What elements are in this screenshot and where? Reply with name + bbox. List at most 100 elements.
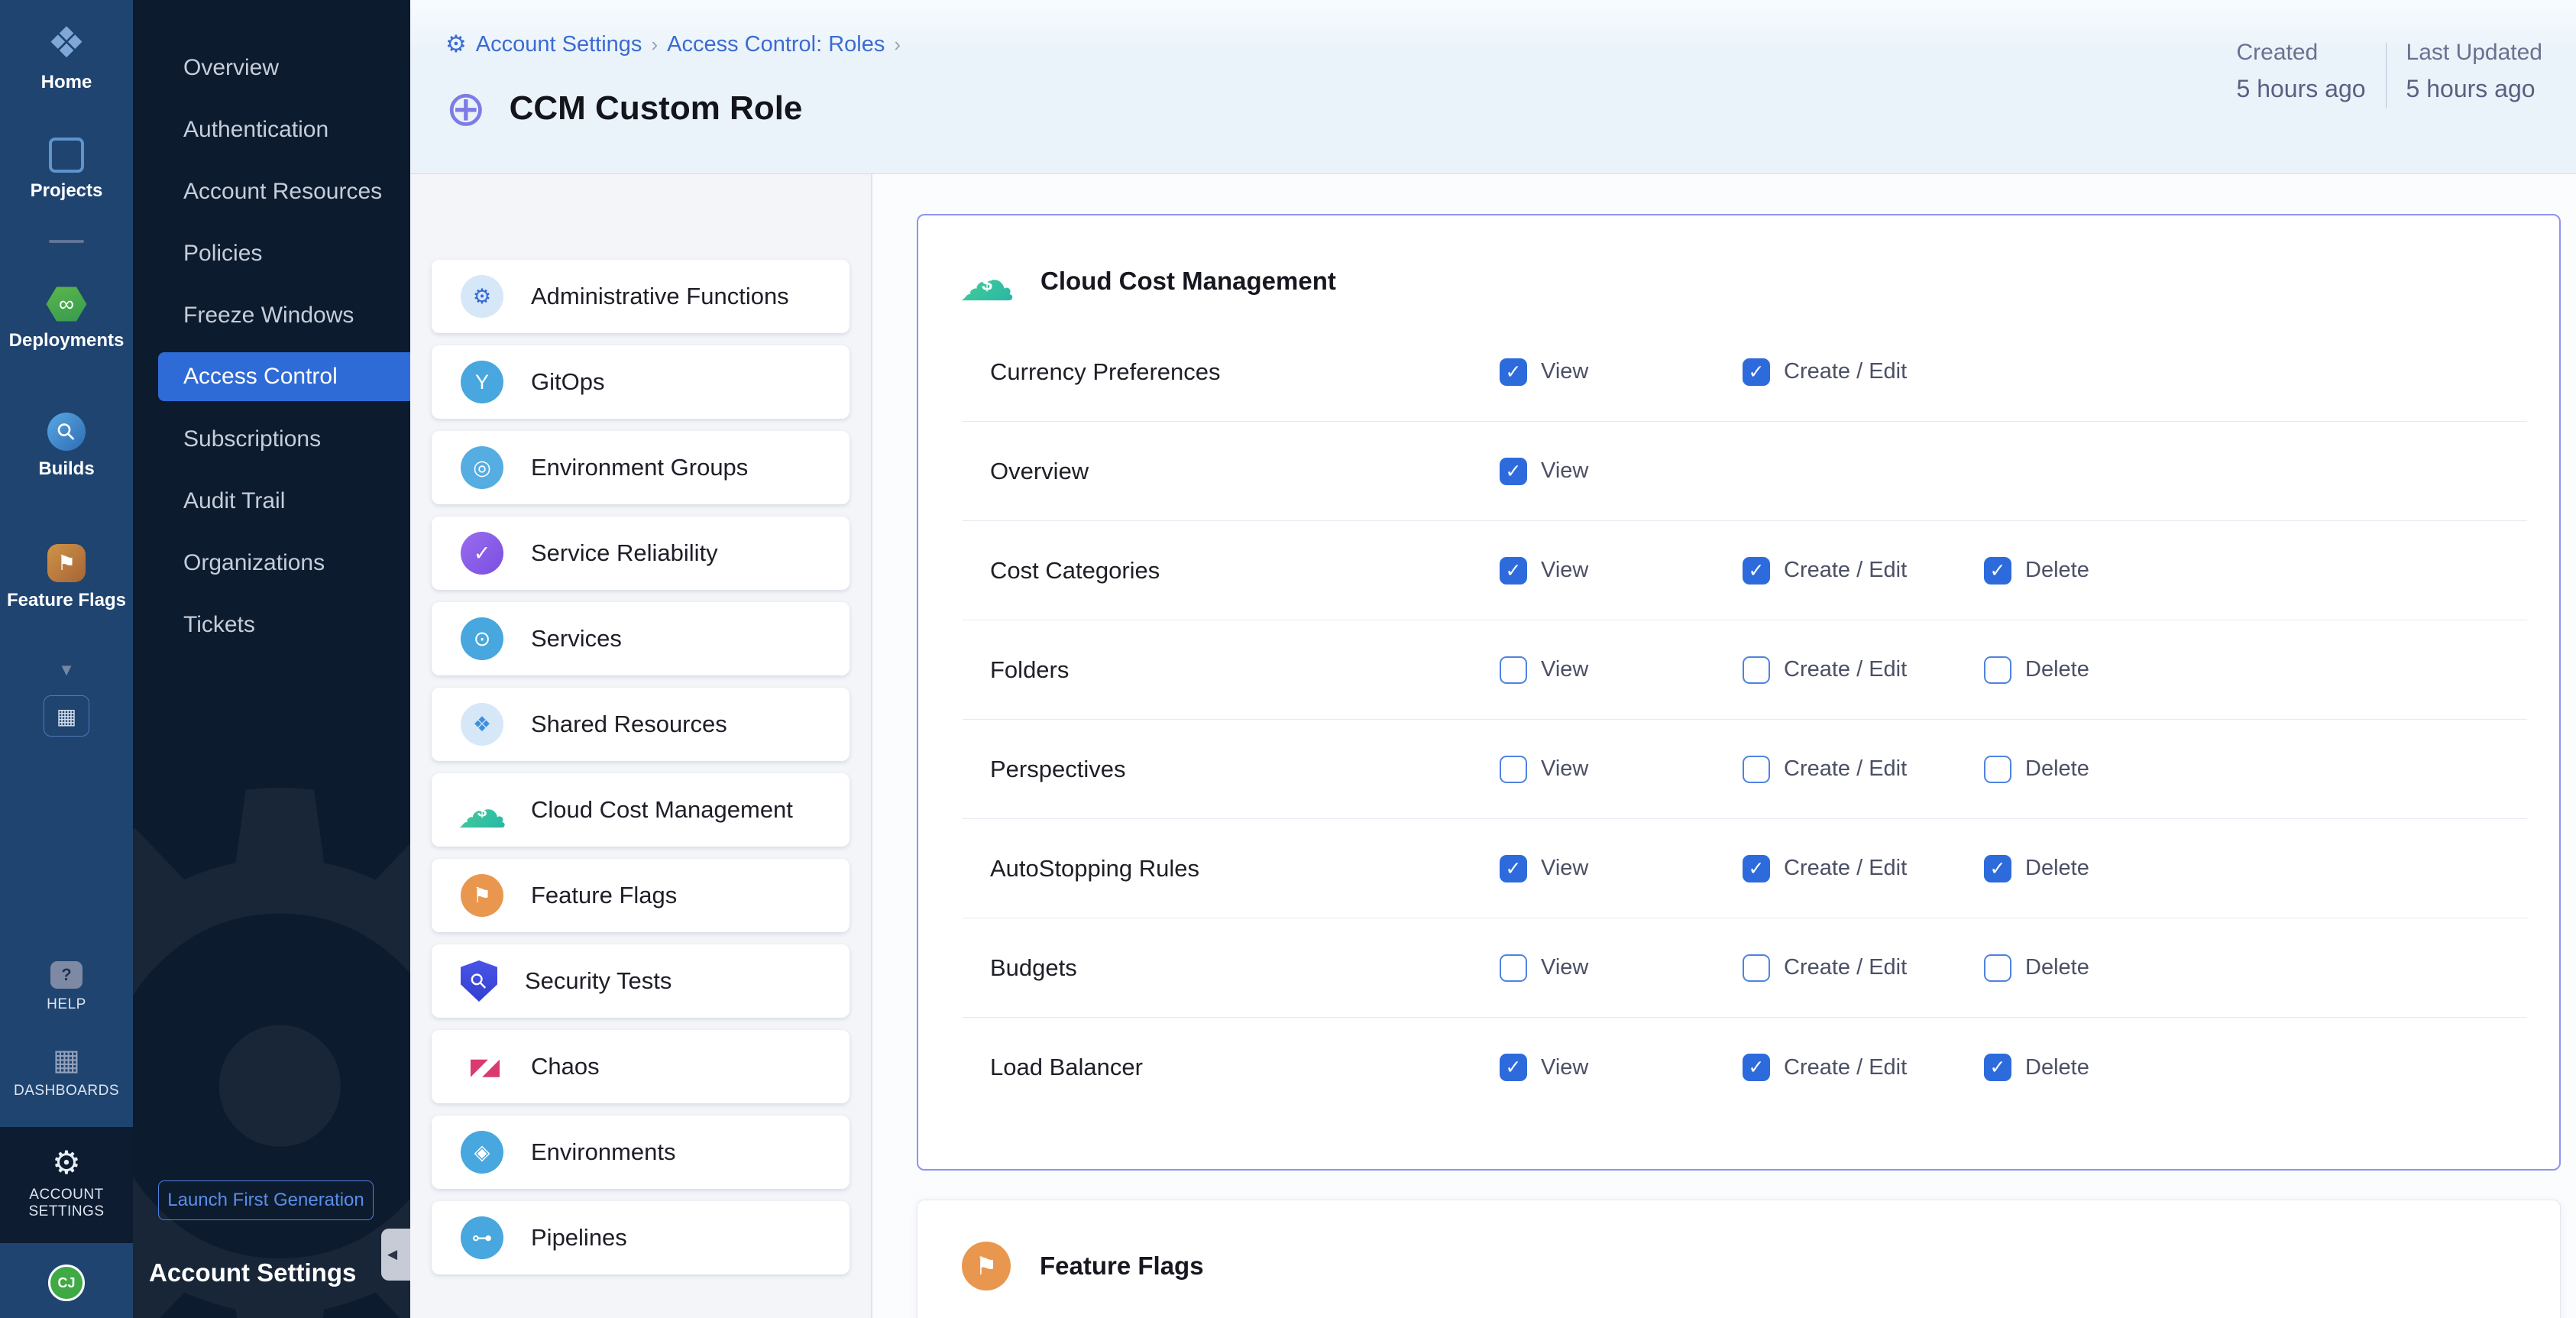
view-label: View: [1541, 558, 1588, 583]
delete-checkbox[interactable]: ✓: [1984, 855, 2011, 882]
services-icon: ⊙: [461, 617, 503, 660]
permission-row: Folders View Create / Edit: [963, 620, 2527, 720]
settings-nav-item[interactable]: Freeze Windows: [133, 284, 410, 346]
settings-nav-item[interactable]: Access Control: [158, 352, 410, 401]
settings-nav-item[interactable]: Authentication: [133, 99, 410, 160]
deployments-icon: ∞: [46, 286, 87, 322]
page-header: ⚙ Account Settings › Access Control: Rol…: [410, 0, 2576, 174]
view-label: View: [1541, 856, 1588, 881]
settings-nav-item[interactable]: Audit Trail: [133, 470, 410, 532]
create-edit-checkbox[interactable]: [1743, 656, 1770, 684]
gear-icon: ⚙: [52, 1147, 81, 1179]
module-card[interactable]: ✓ Service Reliability: [432, 517, 849, 590]
create-edit-checkbox[interactable]: [1743, 756, 1770, 783]
module-card[interactable]: ❖ Shared Resources: [432, 688, 849, 761]
view-checkbox[interactable]: ✓: [1500, 358, 1527, 386]
rail-item-home[interactable]: ❖ Home: [41, 21, 92, 93]
delete-checkbox[interactable]: [1984, 756, 2011, 783]
module-card[interactable]: ◎ Environment Groups: [432, 431, 849, 504]
view-checkbox[interactable]: [1500, 656, 1527, 684]
permission-rows: Currency Preferences ✓ View ✓ Create / E…: [963, 322, 2527, 1117]
module-card[interactable]: ⊶ Pipelines: [432, 1201, 849, 1274]
collapse-sidebar-button[interactable]: ◀: [381, 1229, 410, 1281]
launch-first-generation-button[interactable]: Launch First Generation: [158, 1180, 374, 1220]
section-title: Feature Flags: [1040, 1252, 1204, 1281]
delete-checkbox[interactable]: [1984, 954, 2011, 982]
create-edit-checkbox[interactable]: ✓: [1743, 855, 1770, 882]
permissions-main: ☁ $ Cloud Cost Management Currency Prefe…: [872, 174, 2576, 1318]
home-icon: ❖: [47, 21, 86, 64]
settings-nav-item[interactable]: Account Resources: [133, 160, 410, 222]
module-card[interactable]: Y GitOps: [432, 345, 849, 419]
breadcrumb-gear-icon: ⚙: [445, 31, 467, 58]
chevron-down-icon[interactable]: ▼: [58, 660, 75, 680]
view-label: View: [1541, 657, 1588, 682]
create-edit-checkbox[interactable]: ✓: [1743, 557, 1770, 585]
avatar[interactable]: CJ: [48, 1265, 85, 1301]
environment-groups-icon: ◎: [461, 446, 503, 489]
permission-name: Perspectives: [990, 756, 1125, 783]
create-edit-label: Create / Edit: [1784, 1055, 1907, 1080]
create-edit-label: Create / Edit: [1784, 359, 1907, 384]
rail-item-account-settings[interactable]: ⚙ ACCOUNT SETTINGS: [0, 1127, 133, 1243]
module-card[interactable]: ⚑ Feature Flags: [432, 859, 849, 932]
projects-icon: [49, 138, 84, 173]
delete-checkbox[interactable]: ✓: [1984, 1054, 2011, 1081]
settings-nav-item[interactable]: Subscriptions: [133, 408, 410, 470]
view-checkbox[interactable]: ✓: [1500, 1054, 1527, 1081]
rail-item-dashboards[interactable]: ▦ DASHBOARDS: [14, 1046, 119, 1099]
module-label: Environments: [531, 1138, 676, 1166]
module-card[interactable]: ☁ $ Cloud Cost Management: [432, 773, 849, 847]
delete-checkbox[interactable]: [1984, 656, 2011, 684]
rail-item-deployments[interactable]: ∞ Deployments: [9, 286, 125, 351]
view-checkbox[interactable]: ✓: [1500, 557, 1527, 585]
view-checkbox[interactable]: ✓: [1500, 458, 1527, 485]
sidebar-panel-title: Account Settings: [149, 1258, 356, 1287]
delete-label: Delete: [2025, 856, 2089, 881]
create-edit-label: Create / Edit: [1784, 756, 1907, 782]
settings-nav-item[interactable]: Tickets: [133, 594, 410, 656]
rail-item-feature-flags[interactable]: ⚑ Feature Flags: [7, 544, 126, 611]
permission-row: Overview ✓ View Create / Edit: [963, 422, 2527, 521]
module-grid-button[interactable]: ▦: [44, 695, 89, 737]
rail-help-label: HELP: [47, 996, 86, 1013]
settings-nav-item[interactable]: Policies: [133, 222, 410, 284]
rail-item-help[interactable]: ? HELP: [47, 961, 86, 1013]
delete-label: Delete: [2025, 657, 2089, 682]
rail-item-builds[interactable]: ⚲ Builds: [38, 413, 94, 480]
breadcrumb-link[interactable]: Account Settings: [476, 32, 642, 57]
module-card[interactable]: ⚲ Security Tests: [432, 944, 849, 1018]
rail-home-label: Home: [41, 72, 92, 93]
create-edit-checkbox[interactable]: ✓: [1743, 358, 1770, 386]
rail-item-projects[interactable]: Projects: [31, 138, 103, 202]
feature-flags-icon: ⚑: [461, 874, 503, 917]
permission-name: Overview: [990, 458, 1089, 485]
settings-nav-item[interactable]: Organizations: [133, 532, 410, 594]
rail-builds-label: Builds: [38, 458, 94, 480]
delete-checkbox[interactable]: ✓: [1984, 557, 2011, 585]
dashboards-icon: ▦: [53, 1046, 80, 1075]
rail-divider: [49, 240, 84, 243]
permission-row: Currency Preferences ✓ View ✓ Create / E…: [963, 322, 2527, 422]
module-list: ⚙ Administrative Functions Y GitOps: [410, 174, 871, 1318]
view-checkbox[interactable]: [1500, 756, 1527, 783]
view-label: View: [1541, 955, 1588, 980]
module-card[interactable]: ◤◢ Chaos: [432, 1030, 849, 1103]
breadcrumb-link[interactable]: Access Control: Roles: [667, 32, 885, 57]
breadcrumb-separator: ›: [651, 33, 658, 57]
shared-resources-icon: ❖: [461, 703, 503, 746]
permission-name: AutoStopping Rules: [990, 855, 1199, 882]
module-card[interactable]: ⚙ Administrative Functions: [432, 260, 849, 333]
settings-nav-item[interactable]: Overview: [133, 37, 410, 99]
module-card[interactable]: ◈ Environments: [432, 1116, 849, 1189]
create-edit-checkbox[interactable]: ✓: [1743, 1054, 1770, 1081]
permission-name: Currency Preferences: [990, 358, 1221, 386]
view-checkbox[interactable]: [1500, 954, 1527, 982]
view-checkbox[interactable]: ✓: [1500, 855, 1527, 882]
module-card[interactable]: ⊙ Services: [432, 602, 849, 675]
gear-watermark-icon: ⚙: [133, 691, 410, 1318]
delete-label: Delete: [2025, 756, 2089, 782]
builds-icon: ⚲: [47, 413, 86, 451]
breadcrumb: ⚙ Account Settings › Access Control: Rol…: [445, 31, 901, 58]
create-edit-checkbox[interactable]: [1743, 954, 1770, 982]
